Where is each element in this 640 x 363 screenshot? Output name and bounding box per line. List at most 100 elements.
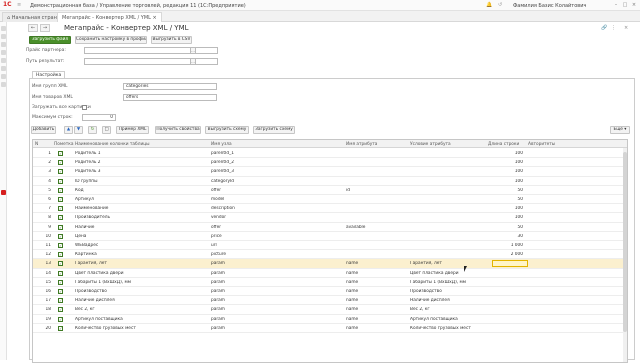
move-down-button[interactable]: ▼: [74, 126, 83, 134]
select-button[interactable]: …: [190, 58, 196, 65]
table-row[interactable]: 15 ✓ Габариты 1 (ВхШхД), мм param name Габари…: [33, 278, 627, 287]
table-row[interactable]: 13 ✓ Гарантия, лет param name Гарантия, лет: [33, 259, 627, 269]
more-button[interactable]: Еще ▾: [610, 126, 630, 134]
minimize-icon[interactable]: –: [612, 2, 620, 9]
load-pictures-checkbox[interactable]: [82, 105, 87, 110]
cell-len: 100: [514, 206, 523, 212]
col-len[interactable]: Длина строки: [488, 142, 519, 147]
table-row[interactable]: 11 ✓ WEBадрес url 1 000: [33, 241, 627, 251]
row-checkbox[interactable]: ✓: [58, 224, 63, 230]
result-input[interactable]: [84, 58, 218, 65]
row-checkbox[interactable]: ✓: [58, 160, 63, 166]
export-schema-button[interactable]: Выгрузить схему: [205, 126, 249, 134]
price-input[interactable]: [84, 47, 218, 54]
import-schema-button[interactable]: Загрузить схему: [253, 126, 295, 134]
row-checkbox[interactable]: ✓: [58, 325, 63, 331]
table-row[interactable]: 10 ✓ Цена price 30: [33, 232, 627, 241]
close-form-icon[interactable]: ×: [624, 25, 628, 31]
sidebar-icon-6[interactable]: [1, 66, 6, 71]
max-rows-input[interactable]: 0: [82, 114, 116, 121]
row-checkbox[interactable]: ✓: [58, 243, 63, 248]
forward-button[interactable]: →: [40, 24, 50, 32]
result-label: Путь результат:: [26, 59, 65, 64]
example-xml-button[interactable]: Пример XML: [116, 126, 149, 134]
table-row[interactable]: 16 ✓ Производство param name Производство: [33, 287, 627, 297]
row-checkbox[interactable]: ✓: [58, 307, 63, 313]
table-row[interactable]: 19 ✓ Артикул поставщика param name Артикул по…: [33, 315, 627, 324]
table-row[interactable]: 1 ✓ Родитель 1 parentId_1 100: [33, 149, 627, 159]
col-extra[interactable]: Авторитеты: [528, 142, 555, 147]
table-row[interactable]: 2 ✓ Родитель 2 parentId_2 100: [33, 158, 627, 168]
link-icon[interactable]: 🔗: [601, 25, 607, 31]
menu-icon[interactable]: ≡: [17, 2, 21, 8]
back-button[interactable]: ←: [28, 24, 38, 32]
edit-cell-length[interactable]: [492, 260, 528, 268]
table-row[interactable]: 7 ✓ Наименование description 100: [33, 204, 627, 214]
col-cond[interactable]: Условие атрибута: [410, 142, 451, 147]
sidebar-icon-5[interactable]: [1, 58, 6, 63]
notification-icon[interactable]: 🔔: [486, 2, 492, 8]
table-row[interactable]: 3 ✓ Родитель 3 parentId_3 100: [33, 167, 627, 177]
row-checkbox[interactable]: ✓: [58, 270, 63, 276]
sidebar-icon-8[interactable]: [1, 82, 6, 87]
row-checkbox[interactable]: ✓: [58, 261, 63, 267]
sidebar-icon-7[interactable]: [1, 74, 6, 79]
refresh-button[interactable]: ↻: [88, 126, 97, 134]
row-checkbox[interactable]: ✓: [58, 298, 63, 304]
more-icon[interactable]: ⋮: [611, 25, 616, 31]
scrollbar[interactable]: [623, 148, 627, 362]
table-row[interactable]: 6 ✓ Артикул model 50: [33, 195, 627, 205]
scroll-thumb[interactable]: [623, 152, 627, 332]
clear-button[interactable]: □: [102, 126, 111, 134]
row-checkbox[interactable]: ✓: [58, 279, 63, 285]
close-icon[interactable]: ×: [630, 2, 638, 9]
history-icon[interactable]: ↺: [498, 2, 502, 8]
warning-icon[interactable]: [1, 190, 6, 195]
get-properties-button[interactable]: Получить свойства: [155, 126, 201, 134]
col-name[interactable]: Наименование колонки таблицы: [75, 142, 150, 147]
table-row[interactable]: 12 ✓ Картинка picture 2 000: [33, 250, 627, 260]
row-checkbox[interactable]: ✓: [58, 252, 63, 258]
close-tab-icon[interactable]: ×: [153, 15, 157, 21]
table-row[interactable]: 9 ✓ Наличие offer available 50: [33, 223, 627, 232]
window-title: Демонстрационная база / Управление торго…: [30, 3, 246, 9]
sidebar-icon-2[interactable]: [1, 34, 6, 39]
row-checkbox[interactable]: ✓: [58, 169, 63, 175]
sidebar-icon-4[interactable]: [1, 50, 6, 55]
goods-node-input[interactable]: offers: [123, 94, 217, 101]
row-checkbox[interactable]: ✓: [58, 151, 63, 156]
table-row[interactable]: 8 ✓ Производитель vendor 100: [33, 213, 627, 223]
row-checkbox[interactable]: ✓: [58, 206, 63, 212]
table-row[interactable]: 4 ✓ ID группы categoryId 100: [33, 177, 627, 186]
add-button[interactable]: Добавить: [31, 126, 56, 134]
price-label: Прайс партнера:: [26, 48, 66, 53]
row-checkbox[interactable]: ✓: [58, 316, 63, 322]
group-node-input[interactable]: categories: [123, 83, 217, 90]
row-checkbox[interactable]: ✓: [58, 215, 63, 221]
tab-converter[interactable]: Мегапрайс - Конвертер XML / YML ×: [57, 12, 162, 22]
row-checkbox[interactable]: ✓: [58, 178, 63, 184]
sidebar-icon-1[interactable]: [1, 26, 6, 31]
maximize-icon[interactable]: □: [621, 2, 629, 9]
load-file-button[interactable]: Загрузить файл: [29, 36, 71, 44]
col-attr[interactable]: Имя атрибута: [346, 142, 377, 147]
table-row[interactable]: 5 ✓ Код offer id 50: [33, 186, 627, 195]
table-row[interactable]: 14 ✓ Цвет пластика двери param name Цвет плас…: [33, 269, 627, 278]
row-checkbox[interactable]: ✓: [58, 289, 63, 294]
save-settings-button[interactable]: Сохранить настройку в профиль: [75, 36, 147, 44]
sidebar-icon-3[interactable]: [1, 42, 6, 47]
row-checkbox[interactable]: ✓: [58, 233, 63, 239]
col-mark[interactable]: Пометка: [54, 142, 73, 147]
move-up-button[interactable]: ▲: [64, 126, 73, 134]
table-row[interactable]: 20 ✓ Количество грузовых мест param name Коли…: [33, 324, 627, 333]
table-row[interactable]: 17 ✓ Наличие дисплея param name Наличие диспл…: [33, 296, 627, 306]
col-node[interactable]: Имя узла: [211, 142, 232, 147]
row-checkbox[interactable]: ✓: [58, 187, 63, 193]
col-n[interactable]: N: [35, 142, 38, 147]
table-row[interactable]: 18 ✓ Вес 2, кг param name Вес 2, кг: [33, 305, 627, 315]
user-name[interactable]: Фамилия Базис Колайтович: [513, 3, 586, 9]
tab-label: Мегапрайс - Конвертер XML / YML: [62, 15, 151, 21]
row-checkbox[interactable]: ✓: [58, 197, 63, 202]
export-csv-button[interactable]: Выгрузить в CSV: [151, 36, 192, 44]
select-button[interactable]: …: [190, 47, 196, 54]
